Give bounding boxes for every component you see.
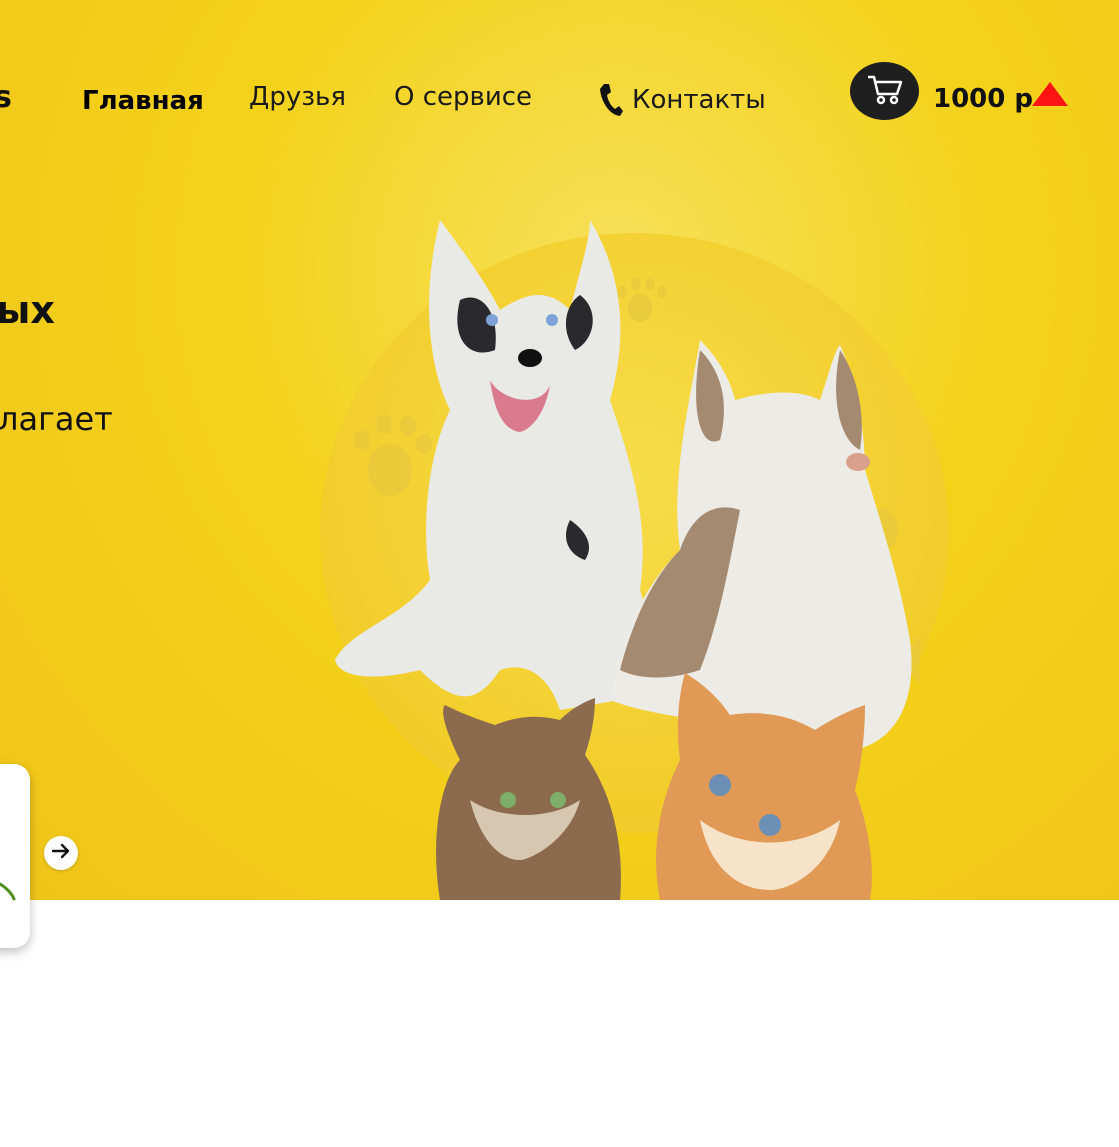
next-slide-button[interactable] — [44, 836, 78, 870]
kitten-tabby — [436, 698, 621, 900]
hero-section: s Главная Друзья О сервисе Контакты 1000… — [0, 0, 1119, 900]
husky-puppy-right — [610, 340, 912, 752]
hero-title: ых — [0, 288, 55, 332]
phone-icon — [598, 82, 624, 118]
nav-item-about[interactable]: О сервисе — [394, 82, 532, 112]
triangle-up-icon[interactable] — [1032, 82, 1068, 106]
pets-illustration — [335, 220, 920, 900]
nav-item-contacts[interactable]: Контакты — [598, 82, 766, 118]
promo-card[interactable] — [0, 764, 30, 948]
nav-item-home[interactable]: Главная — [82, 86, 204, 116]
cart-icon — [865, 72, 905, 110]
leaf-icon — [0, 882, 16, 901]
nav-item-friends[interactable]: Друзья — [249, 82, 346, 112]
arrow-right-icon — [50, 840, 72, 866]
nav-item-contacts-label: Контакты — [632, 85, 766, 115]
balance-amount: 1000 р — [933, 84, 1034, 114]
logo-fragment[interactable]: s — [0, 80, 12, 115]
cart-button[interactable] — [850, 62, 919, 120]
hero-subtitle: лагает — [0, 400, 113, 438]
